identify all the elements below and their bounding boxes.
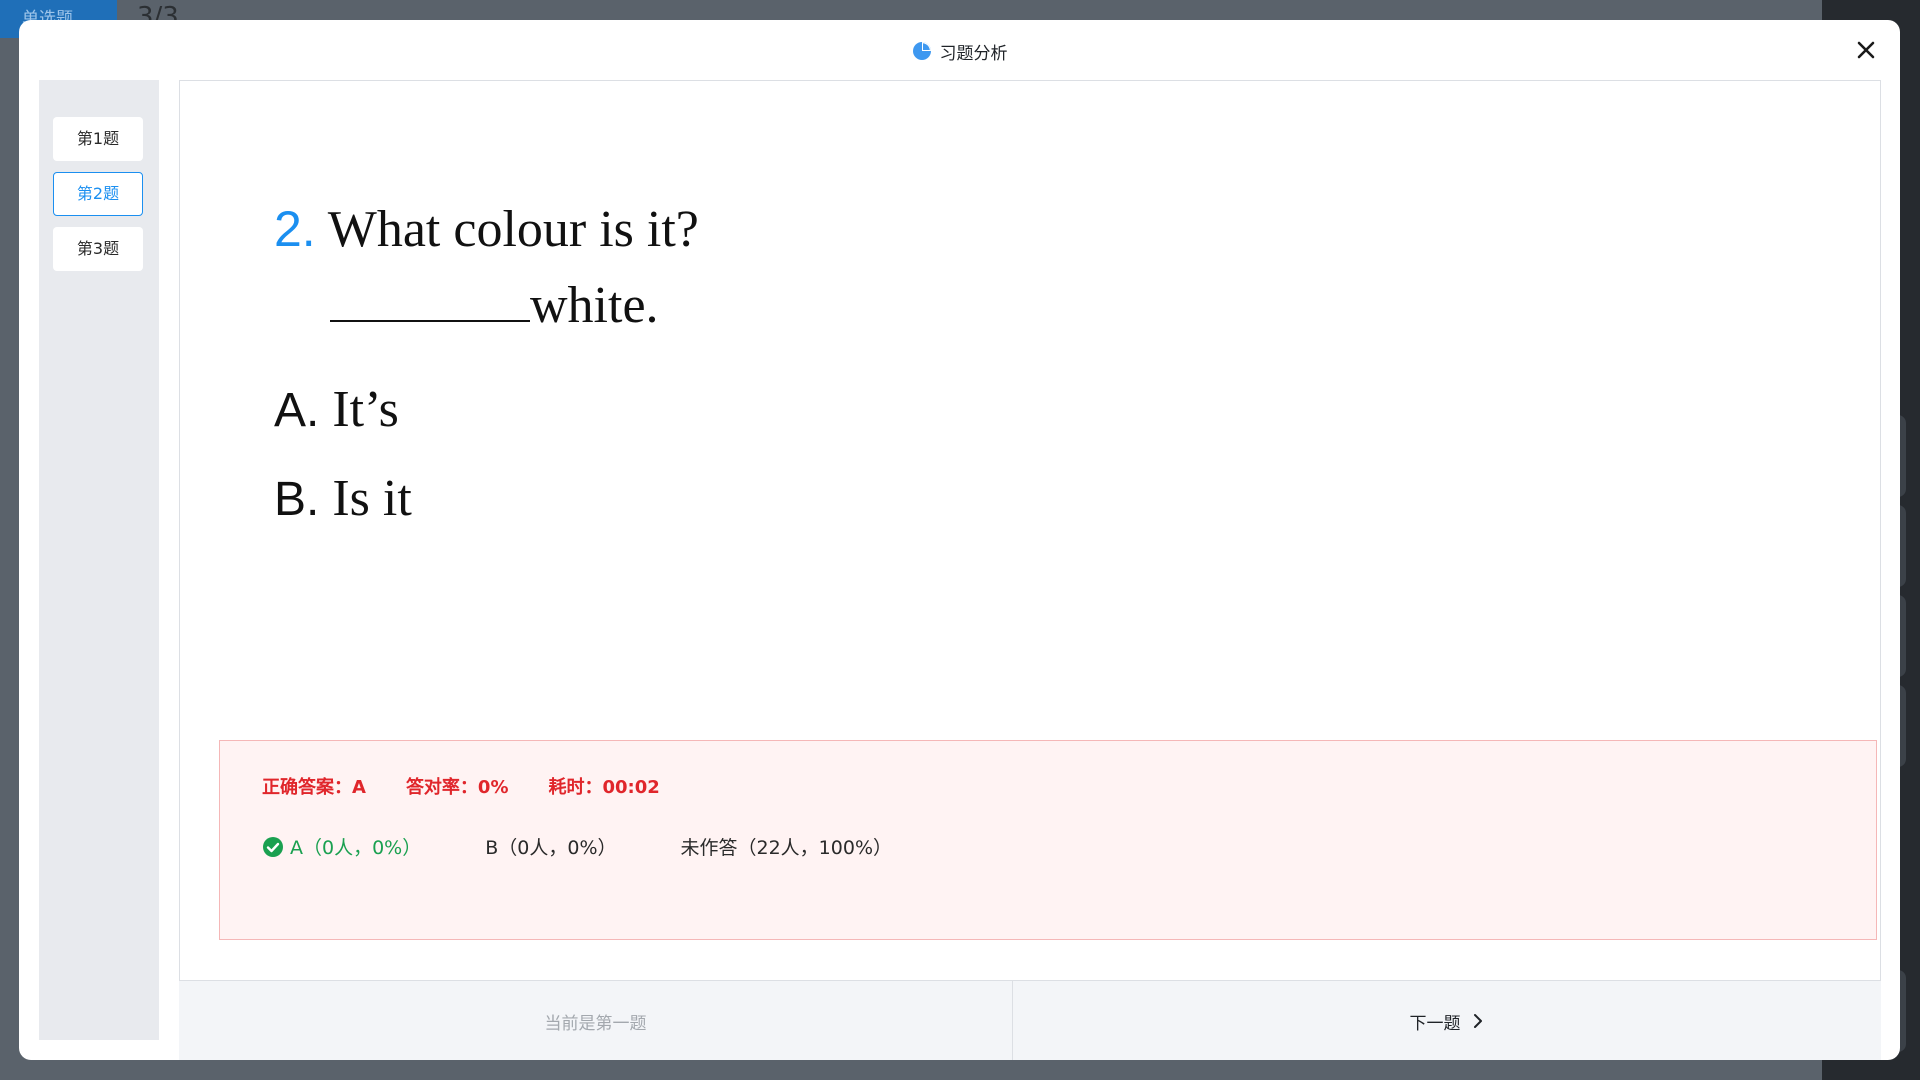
answer-blank [330, 268, 530, 322]
answer-statistics: 正确答案：A 答对率：0% 耗时：00:02 A（0人，0%） B（0人，0%）… [219, 740, 1877, 940]
distribution-item-unanswered: 未作答（22人，100%） [681, 833, 893, 860]
question-blank-line: white. [274, 268, 699, 344]
option-letter: A. [274, 384, 320, 437]
time-spent: 耗时：00:02 [548, 777, 660, 798]
sidebar-item-question-1[interactable]: 第1题 [53, 117, 143, 161]
question-text: What colour is it? [327, 201, 699, 258]
question-panel: 2. What colour is it? white. A. It’s B. … [179, 80, 1881, 1040]
close-button[interactable] [1850, 34, 1882, 66]
question-number: 2. [274, 201, 316, 257]
correct-answer: 正确答案：A [262, 777, 366, 798]
check-circle-icon [263, 836, 283, 857]
next-question-button[interactable]: 下一题 [1013, 981, 1881, 1060]
modal-title: 习题分析 [939, 43, 1008, 64]
option-b: B. Is it [274, 455, 699, 544]
next-question-label: 下一题 [1409, 1013, 1461, 1034]
question-navigation: 当前是第一题 下一题 [179, 980, 1881, 1060]
option-letter: B. [274, 473, 320, 526]
accuracy-rate: 答对率：0% [405, 777, 509, 798]
modal-header: 习题分析 [19, 20, 1900, 82]
blank-suffix-text: white. [530, 277, 659, 334]
chevron-right-icon [1473, 1014, 1482, 1028]
answer-summary: 正确答案：A 答对率：0% 耗时：00:02 [262, 773, 660, 799]
question-sidebar: 第1题 第2题 第3题 [39, 80, 159, 1040]
option-text: It’s [332, 381, 399, 438]
close-icon [1857, 41, 1875, 59]
distribution-label: A（0人，0%） [290, 837, 422, 859]
modal-title-group: 习题分析 [912, 39, 1008, 64]
option-text: Is it [332, 470, 412, 527]
distribution-item-a: A（0人，0%） [262, 833, 421, 860]
pie-chart-icon [912, 42, 931, 60]
distribution-label: B（0人，0%） [485, 837, 617, 859]
sidebar-item-question-3[interactable]: 第3题 [53, 227, 143, 271]
previous-question-button: 当前是第一题 [179, 981, 1013, 1060]
distribution-label: 未作答（22人，100%） [680, 837, 893, 859]
exercise-analysis-modal: 习题分析 第1题 第2题 第3题 2. What colour is it? w… [19, 20, 1900, 1060]
question-stem: 2. What colour is it? [274, 191, 699, 268]
sidebar-item-question-2[interactable]: 第2题 [53, 172, 143, 216]
answer-distribution: A（0人，0%） B（0人，0%） 未作答（22人，100%） [262, 833, 956, 860]
question-content: 2. What colour is it? white. A. It’s B. … [274, 191, 699, 544]
option-a: A. It’s [274, 366, 699, 455]
distribution-item-b: B（0人，0%） [485, 833, 616, 860]
